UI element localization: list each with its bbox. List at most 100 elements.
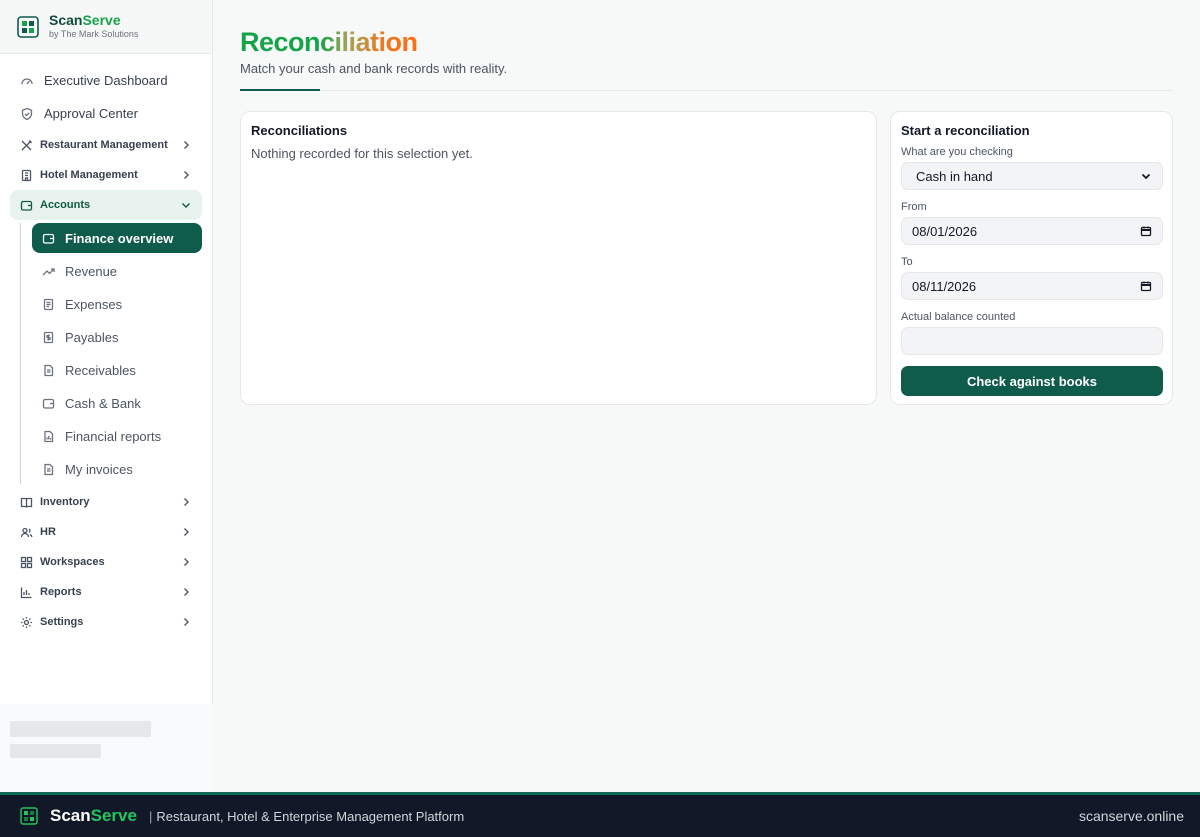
sidebar-group-inventory[interactable]: Inventory bbox=[10, 487, 202, 517]
start-reconciliation-title: Start a reconciliation bbox=[901, 123, 1030, 138]
reconciliations-card: Reconciliations Nothing recorded for thi… bbox=[240, 111, 877, 405]
chevron-right-icon bbox=[180, 586, 192, 598]
sidebar-item-revenue[interactable]: Revenue bbox=[32, 256, 202, 286]
scanserve-logo-icon bbox=[17, 15, 39, 38]
sidebar-group-workspaces[interactable]: Workspaces bbox=[10, 547, 202, 577]
page-subtitle: Match your cash and bank records with re… bbox=[240, 61, 508, 76]
sidebar-item-approval-center[interactable]: Approval Center bbox=[10, 97, 202, 130]
dollar-receipt-icon bbox=[42, 331, 55, 344]
title-accent-bar bbox=[240, 89, 320, 91]
start-reconciliation-card: Start a reconciliation What are you chec… bbox=[890, 111, 1173, 405]
shield-check-icon bbox=[20, 107, 34, 121]
calendar-icon[interactable] bbox=[1140, 280, 1152, 292]
wallet-icon bbox=[42, 397, 55, 410]
brand-subtitle: by The Mark Solutions bbox=[49, 29, 139, 39]
users-icon bbox=[20, 526, 33, 539]
sidebar-item-label: Finance overview bbox=[65, 230, 174, 246]
page-title: Reconciliation bbox=[240, 27, 418, 57]
sidebar-group-label: Settings bbox=[40, 616, 84, 628]
main-content: Reconciliation Match your cash and bank … bbox=[213, 0, 1200, 792]
trending-up-icon bbox=[42, 265, 55, 278]
document-icon bbox=[42, 463, 55, 476]
sidebar-item-executive-dashboard[interactable]: Executive Dashboard bbox=[10, 64, 202, 97]
gear-icon bbox=[20, 616, 33, 629]
skeleton-line bbox=[10, 721, 151, 737]
user-card-skeleton bbox=[0, 704, 213, 792]
checking-label: What are you checking bbox=[901, 146, 1013, 158]
sidebar-item-label: Financial reports bbox=[65, 428, 162, 444]
sidebar-group-label: Restaurant Management bbox=[40, 139, 168, 151]
sidebar-item-label: Expenses bbox=[65, 296, 123, 312]
building-icon bbox=[20, 169, 33, 182]
title-divider bbox=[240, 90, 1173, 91]
empty-state-text: Nothing recorded for this selection yet. bbox=[251, 146, 473, 161]
sidebar-group-settings[interactable]: Settings bbox=[10, 607, 202, 637]
utensils-icon bbox=[20, 139, 33, 152]
chevron-right-icon bbox=[180, 526, 192, 538]
from-date-value: 08/01/2026 bbox=[912, 223, 978, 239]
sidebar-item-finance-overview[interactable]: Finance overview bbox=[32, 223, 202, 253]
gauge-icon bbox=[20, 74, 34, 88]
sidebar-item-label: My invoices bbox=[65, 461, 133, 477]
sidebar-item-label: Receivables bbox=[65, 362, 136, 378]
footer-tagline: Restaurant, Hotel & Enterprise Managemen… bbox=[156, 808, 465, 824]
chevron-right-icon bbox=[180, 169, 192, 181]
grid-icon bbox=[20, 556, 33, 569]
sidebar-item-receivables[interactable]: Receivables bbox=[32, 355, 202, 385]
sidebar-nav: Executive Dashboard Approval Center Rest… bbox=[0, 54, 212, 637]
sidebar-item-label: Payables bbox=[65, 329, 119, 345]
wallet-icon bbox=[20, 199, 33, 212]
sidebar-item-label: Cash & Bank bbox=[65, 395, 141, 411]
sidebar: ScanServe by The Mark Solutions Executiv… bbox=[0, 0, 213, 792]
sidebar-item-payables[interactable]: Payables bbox=[32, 322, 202, 352]
receipt-icon bbox=[42, 298, 55, 311]
scanserve-logo-icon bbox=[20, 807, 38, 825]
footer-url[interactable]: scanserve.online bbox=[1079, 808, 1184, 824]
wallet-icon bbox=[42, 232, 55, 245]
account-type-select[interactable]: Cash in hand bbox=[901, 162, 1163, 190]
skeleton-line bbox=[10, 744, 101, 758]
sidebar-group-accounts[interactable]: Accounts bbox=[10, 190, 202, 220]
check-against-books-button[interactable]: Check against books bbox=[901, 366, 1163, 396]
to-label: To bbox=[901, 256, 913, 268]
sidebar-item-cash-bank[interactable]: Cash & Bank bbox=[32, 388, 202, 418]
document-icon bbox=[42, 364, 55, 377]
accounts-submenu: Finance overview Revenue Expenses Payabl… bbox=[20, 223, 202, 484]
chevron-down-icon bbox=[180, 199, 192, 211]
to-date-input[interactable]: 08/11/2026 bbox=[901, 272, 1163, 300]
from-label: From bbox=[901, 201, 927, 213]
sidebar-group-hr[interactable]: HR bbox=[10, 517, 202, 547]
footer: ScanServe | Restaurant, Hotel & Enterpri… bbox=[0, 792, 1200, 837]
account-type-value: Cash in hand bbox=[916, 168, 993, 184]
brand-header[interactable]: ScanServe by The Mark Solutions bbox=[0, 0, 212, 54]
sidebar-item-my-invoices[interactable]: My invoices bbox=[32, 454, 202, 484]
sidebar-item-expenses[interactable]: Expenses bbox=[32, 289, 202, 319]
sidebar-group-restaurant-management[interactable]: Restaurant Management bbox=[10, 130, 202, 160]
chevron-right-icon bbox=[180, 616, 192, 628]
chart-icon bbox=[20, 586, 33, 599]
chevron-down-icon bbox=[1140, 170, 1152, 182]
chevron-right-icon bbox=[180, 556, 192, 568]
balance-label: Actual balance counted bbox=[901, 311, 1016, 323]
sidebar-item-label: Approval Center bbox=[44, 106, 138, 121]
sidebar-group-label: Reports bbox=[40, 586, 82, 598]
from-date-input[interactable]: 08/01/2026 bbox=[901, 217, 1163, 245]
sidebar-group-label: HR bbox=[40, 526, 56, 538]
sidebar-group-hotel-management[interactable]: Hotel Management bbox=[10, 160, 202, 190]
book-icon bbox=[20, 496, 33, 509]
report-icon bbox=[42, 430, 55, 443]
footer-brand: ScanServe bbox=[50, 806, 137, 825]
footer-separator: | bbox=[148, 808, 153, 824]
sidebar-item-label: Revenue bbox=[65, 263, 118, 279]
sidebar-group-reports[interactable]: Reports bbox=[10, 577, 202, 607]
to-date-value: 08/11/2026 bbox=[912, 278, 977, 294]
sidebar-group-label: Workspaces bbox=[40, 556, 105, 568]
actual-balance-input[interactable] bbox=[901, 327, 1163, 355]
calendar-icon[interactable] bbox=[1140, 225, 1152, 237]
sidebar-group-label: Accounts bbox=[40, 199, 91, 211]
sidebar-group-label: Inventory bbox=[40, 496, 90, 508]
sidebar-item-financial-reports[interactable]: Financial reports bbox=[32, 421, 202, 451]
sidebar-item-label: Executive Dashboard bbox=[44, 73, 168, 88]
sidebar-group-label: Hotel Management bbox=[40, 169, 138, 181]
reconciliations-title: Reconciliations bbox=[251, 123, 348, 138]
